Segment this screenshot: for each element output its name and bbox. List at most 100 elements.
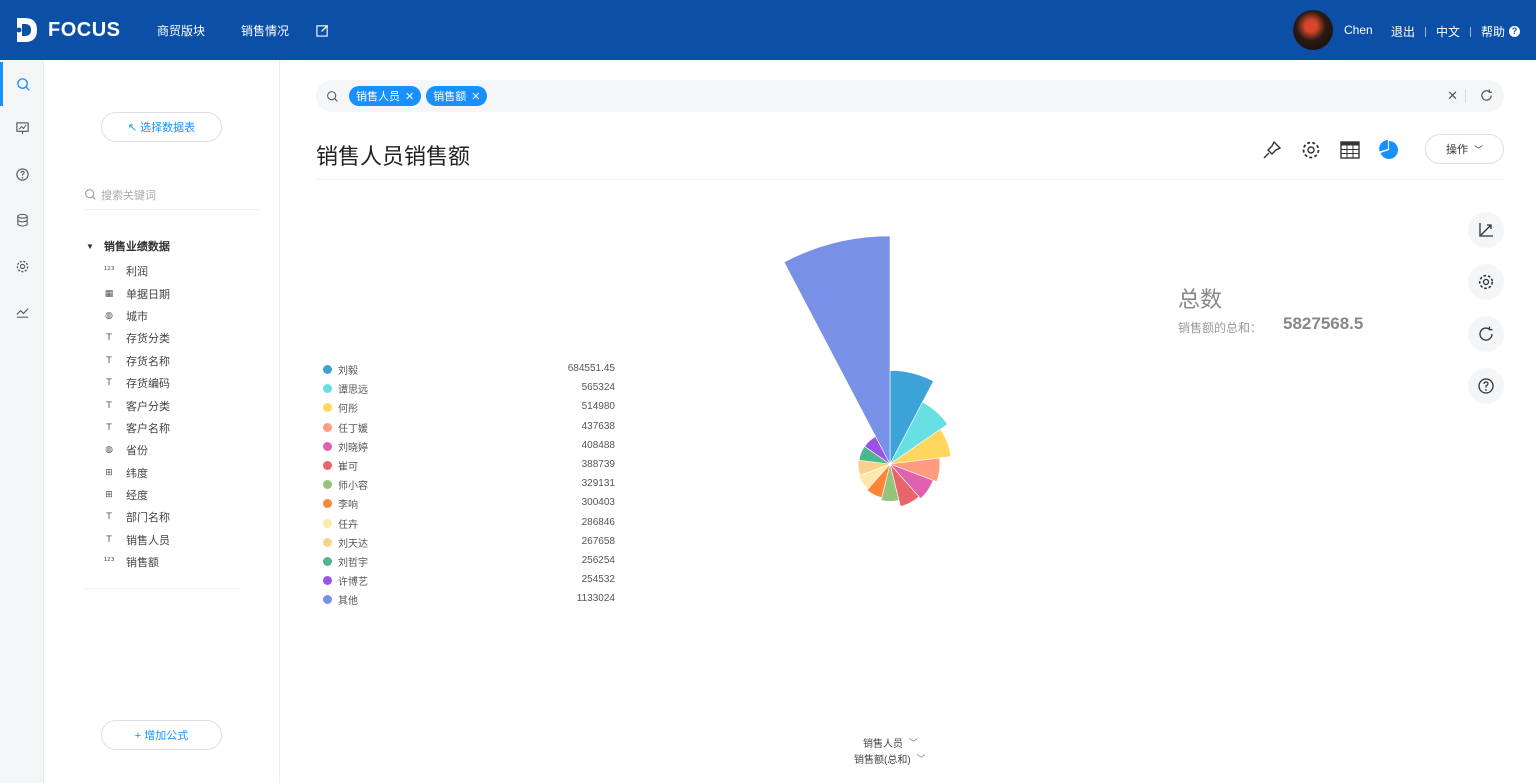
legend-item[interactable]: 刘毅 684551.45 [323, 360, 615, 379]
rail-help[interactable] [0, 152, 44, 196]
text-icon: T [106, 333, 112, 344]
field-item[interactable]: ¹²³ 利润 [102, 260, 170, 282]
rail-board[interactable] [0, 106, 44, 150]
legend-value: 408488 [581, 439, 615, 451]
dimension-selector[interactable]: 销售人员 ﹀ [863, 735, 918, 750]
field-label: 纬度 [126, 467, 148, 480]
field-item[interactable]: T 存货编码 [102, 372, 170, 394]
field-label: 部门名称 [126, 512, 170, 525]
rail-settings[interactable] [0, 244, 44, 288]
latlng-icon: ⊞ [105, 490, 113, 501]
legend-swatch [323, 461, 332, 471]
field-item[interactable]: T 存货分类 [102, 327, 170, 349]
field-item[interactable]: ⊞ 经度 [102, 484, 170, 506]
close-icon[interactable]: ✕ [405, 90, 414, 103]
operations-dropdown[interactable]: 操作 ﹀ [1425, 134, 1504, 164]
field-item[interactable]: ◍ 省份 [102, 439, 170, 461]
legend-item[interactable]: 刘哲宇 256254 [323, 552, 615, 571]
field-item[interactable]: T 客户分类 [102, 394, 170, 416]
rail-data[interactable] [0, 198, 44, 242]
add-formula-button[interactable]: + 增加公式 [101, 720, 222, 750]
table-icon[interactable] [1339, 139, 1361, 161]
query-bar[interactable]: 销售人员 ✕ 销售额 ✕ ✕ [316, 80, 1504, 112]
logout-link[interactable]: 退出 [1391, 23, 1415, 40]
field-item[interactable]: T 客户名称 [102, 417, 170, 439]
text-icon: T [106, 534, 112, 545]
legend-item[interactable]: 崔可 388739 [323, 456, 615, 475]
field-label: 单据日期 [126, 288, 170, 301]
field-panel: ↖ 选择数据表 搜索关键词 ▼ 销售业绩数据 ¹²³ 利润 ▦ 单据日期 ◍ 城市 T 存货分… [44, 60, 280, 783]
legend-item[interactable]: 刘天达 267658 [323, 533, 615, 552]
pie-chart-icon[interactable] [1378, 139, 1400, 161]
logo-text: FOCUS [48, 18, 121, 41]
gear-icon [1478, 274, 1494, 290]
legend-item[interactable]: 任丁媛 437638 [323, 418, 615, 437]
legend-item[interactable]: 谭思远 565324 [323, 379, 615, 398]
legend-value: 286846 [581, 516, 615, 528]
field-item[interactable]: T 存货名称 [102, 350, 170, 372]
field-label: 客户分类 [126, 400, 170, 413]
field-item[interactable]: ▦ 单据日期 [102, 282, 170, 304]
legend-item[interactable]: 刘晓婷 408488 [323, 437, 615, 456]
help-icon[interactable]: ? [1509, 26, 1520, 37]
divider [1424, 26, 1426, 37]
legend-swatch [323, 365, 332, 375]
field-item[interactable]: ⊞ 纬度 [102, 462, 170, 484]
nav-item-sales[interactable]: 销售情况 [241, 22, 289, 39]
pin-icon[interactable] [1261, 139, 1283, 161]
measure-selector[interactable]: 销售额(总和) ﹀ [854, 751, 926, 766]
legend-label: 李响 [338, 500, 358, 512]
rail-trend[interactable] [0, 290, 44, 334]
field-item[interactable]: ◍ 城市 [102, 305, 170, 327]
query-token[interactable]: 销售人员 ✕ [349, 86, 422, 106]
field-label: 存货分类 [126, 333, 170, 346]
legend-label: 崔可 [338, 462, 358, 474]
language-switch[interactable]: 中文 [1436, 23, 1460, 40]
nav-item-trade[interactable]: 商贸版块 [157, 22, 205, 39]
field-label: 经度 [126, 490, 148, 503]
legend-value: 514980 [581, 401, 615, 413]
field-label: 利润 [126, 266, 148, 279]
legend-item[interactable]: 许博艺 254532 [323, 571, 615, 590]
legend-item[interactable]: 师小容 329131 [323, 475, 615, 494]
tree-root-sales-data[interactable]: ▼ 销售业绩数据 [86, 238, 170, 254]
help-button[interactable] [1468, 368, 1504, 404]
legend-item[interactable]: 何彤 514980 [323, 398, 615, 417]
text-icon: T [106, 422, 112, 433]
axis-button[interactable] [1468, 212, 1504, 248]
close-icon[interactable]: ✕ [471, 90, 480, 103]
field-item[interactable]: ¹²³ 销售额 [102, 551, 170, 573]
refresh-icon[interactable] [1479, 88, 1494, 103]
gear-icon[interactable] [1300, 139, 1322, 161]
divider [84, 588, 240, 589]
avatar[interactable] [1293, 10, 1333, 50]
edit-icon[interactable] [316, 24, 329, 37]
user-name[interactable]: Chen [1344, 23, 1373, 37]
rose-slice[interactable] [783, 235, 891, 465]
refresh-button[interactable] [1468, 316, 1504, 352]
keyword-search[interactable]: 搜索关键词 [84, 186, 260, 210]
legend-swatch [323, 518, 332, 528]
icon-rail [0, 60, 44, 783]
legend-item[interactable]: 其他 1133024 [323, 590, 615, 609]
field-item[interactable]: T 部门名称 [102, 506, 170, 528]
rail-search[interactable] [0, 62, 44, 106]
legend-value: 256254 [581, 554, 615, 566]
app-logo[interactable]: FOCUS [14, 14, 121, 46]
axis-icon [1479, 223, 1493, 237]
query-token[interactable]: 销售额 ✕ [426, 86, 488, 106]
select-table-button[interactable]: ↖ 选择数据表 [101, 112, 222, 142]
legend-item[interactable]: 任卉 286846 [323, 514, 615, 533]
text-icon: T [106, 512, 112, 523]
chevron-down-icon: ﹀ [909, 738, 919, 748]
chart-settings-button[interactable] [1468, 264, 1504, 300]
ops-label: 操作 [1445, 144, 1468, 156]
legend-item[interactable]: 李响 300403 [323, 494, 615, 513]
legend-label: 刘哲宇 [338, 557, 368, 569]
help-link[interactable]: 帮助 [1481, 23, 1505, 40]
field-item[interactable]: T 销售人员 [102, 529, 170, 551]
rose-pie-chart[interactable] [640, 200, 1140, 600]
clear-icon[interactable]: ✕ [1447, 88, 1458, 104]
legend-value: 388739 [581, 458, 615, 470]
page-title: 销售人员销售额 [316, 144, 471, 169]
